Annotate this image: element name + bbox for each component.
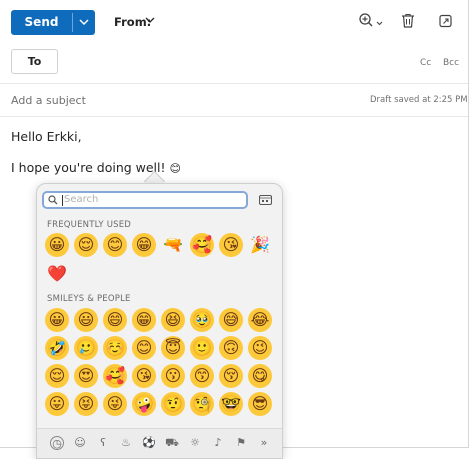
emoji-button[interactable]: 😊 — [103, 233, 127, 257]
emoji-button[interactable]: 🥰 — [190, 233, 214, 257]
emoji-button[interactable]: 😘 — [219, 233, 243, 257]
bcc-button[interactable]: Bcc — [443, 58, 459, 68]
divider — [0, 116, 468, 117]
food-icon[interactable]: ♨ — [119, 436, 133, 450]
emoji-button[interactable]: 🧐 — [190, 392, 214, 416]
text-caret — [62, 195, 63, 206]
emoji-button[interactable]: 😁 — [132, 233, 156, 257]
emoji-button[interactable]: 😀 — [45, 308, 69, 332]
section-smileys-people: SMILEYS & PEOPLE — [47, 294, 131, 304]
emoji-button[interactable]: 😅 — [219, 308, 243, 332]
emoji-button[interactable]: 😋 — [248, 364, 272, 388]
symbols-icon[interactable]: ♪ — [211, 436, 225, 450]
cc-button[interactable]: Cc — [420, 58, 431, 68]
smiley-icon[interactable]: ☺ — [73, 436, 87, 450]
draft-status: Draft saved at 2:25 PM — [370, 95, 468, 105]
emoji-button[interactable]: 🤪 — [132, 392, 156, 416]
emoji-category-bar: ◷ ☺ ʕ ♨ ⚽ ⛟ ☼ ♪ ⚑ » — [37, 428, 282, 458]
flag-icon[interactable]: ⚑ — [234, 436, 248, 450]
send-button[interactable]: Send — [11, 10, 95, 35]
emoji-button[interactable]: 😝 — [74, 392, 98, 416]
emoji-button[interactable]: 😁 — [132, 308, 156, 332]
to-button[interactable]: To — [11, 49, 58, 74]
emoji-button[interactable]: 😃 — [74, 308, 98, 332]
emoji-button[interactable]: 😘 — [132, 364, 156, 388]
window-border-right — [468, 0, 469, 448]
emoji-button[interactable]: 😂 — [248, 308, 272, 332]
emoji-button[interactable]: 🤨 — [161, 392, 185, 416]
zoom-icon[interactable] — [358, 12, 386, 30]
emoji-button[interactable]: 😌 — [45, 364, 69, 388]
emoji-button[interactable]: 😆 — [161, 308, 185, 332]
emoji-button[interactable]: 🙂 — [190, 336, 214, 360]
emoji-button[interactable]: 🔫 — [161, 233, 185, 257]
emoji-button[interactable]: 😚 — [219, 364, 243, 388]
clock-icon[interactable]: ◷ — [50, 436, 64, 450]
delete-icon[interactable] — [399, 12, 417, 30]
emoji-button[interactable]: 🙃 — [219, 336, 243, 360]
smiling-emoji: 😊 — [169, 162, 181, 175]
emoji-button[interactable]: 😗 — [161, 364, 185, 388]
emoji-button[interactable]: 😇 — [161, 336, 185, 360]
emoji-button[interactable]: ☺️ — [103, 336, 127, 360]
send-options-button[interactable] — [73, 10, 95, 35]
pop-out-icon[interactable] — [437, 12, 455, 30]
character-viewer-icon[interactable] — [259, 195, 272, 205]
car-icon[interactable]: ⛟ — [165, 436, 179, 450]
emoji-button[interactable]: 😎 — [248, 392, 272, 416]
emoji-button[interactable]: ❤️ — [45, 262, 69, 286]
emoji-button[interactable]: 😊 — [132, 336, 156, 360]
emoji-button[interactable]: 🤓 — [219, 392, 243, 416]
emoji-button[interactable]: 🥰 — [103, 364, 127, 388]
emoji-button[interactable]: 😛 — [45, 392, 69, 416]
body-line-text: I hope you're doing well! — [11, 160, 166, 175]
divider — [0, 83, 468, 84]
emoji-button[interactable]: 🤣 — [45, 336, 69, 360]
emoji-button[interactable]: 😍 — [74, 364, 98, 388]
emoji-button[interactable]: 😜 — [103, 392, 127, 416]
chevron-down-icon — [79, 19, 89, 26]
more-icon[interactable]: » — [257, 436, 271, 450]
emoji-button[interactable]: 😉 — [248, 336, 272, 360]
emoji-button[interactable]: 😌 — [74, 233, 98, 257]
send-button-label[interactable]: Send — [11, 10, 72, 35]
bear-icon[interactable]: ʕ — [96, 436, 110, 450]
search-icon — [48, 195, 58, 205]
emoji-search-input[interactable]: Search — [42, 191, 248, 209]
search-placeholder: Search — [64, 194, 99, 205]
emoji-button[interactable]: 😄 — [103, 308, 127, 332]
section-frequently-used: FREQUENTLY USED — [47, 220, 132, 230]
emoji-button[interactable]: 🥲 — [74, 336, 98, 360]
emoji-picker: Search FREQUENTLY USED SMILEYS & PEOPLE … — [36, 183, 283, 459]
body-greeting[interactable]: Hello Erkki, — [11, 129, 82, 144]
emoji-button[interactable]: 🥹 — [190, 308, 214, 332]
emoji-button[interactable]: 😀 — [45, 233, 69, 257]
emoji-button[interactable]: 🎉 — [248, 233, 272, 257]
emoji-button[interactable]: 😙 — [190, 364, 214, 388]
subject-input[interactable]: Add a subject — [11, 94, 86, 107]
chevron-down-icon[interactable] — [145, 15, 155, 25]
bulb-icon[interactable]: ☼ — [188, 436, 202, 450]
ball-icon[interactable]: ⚽ — [142, 436, 156, 450]
